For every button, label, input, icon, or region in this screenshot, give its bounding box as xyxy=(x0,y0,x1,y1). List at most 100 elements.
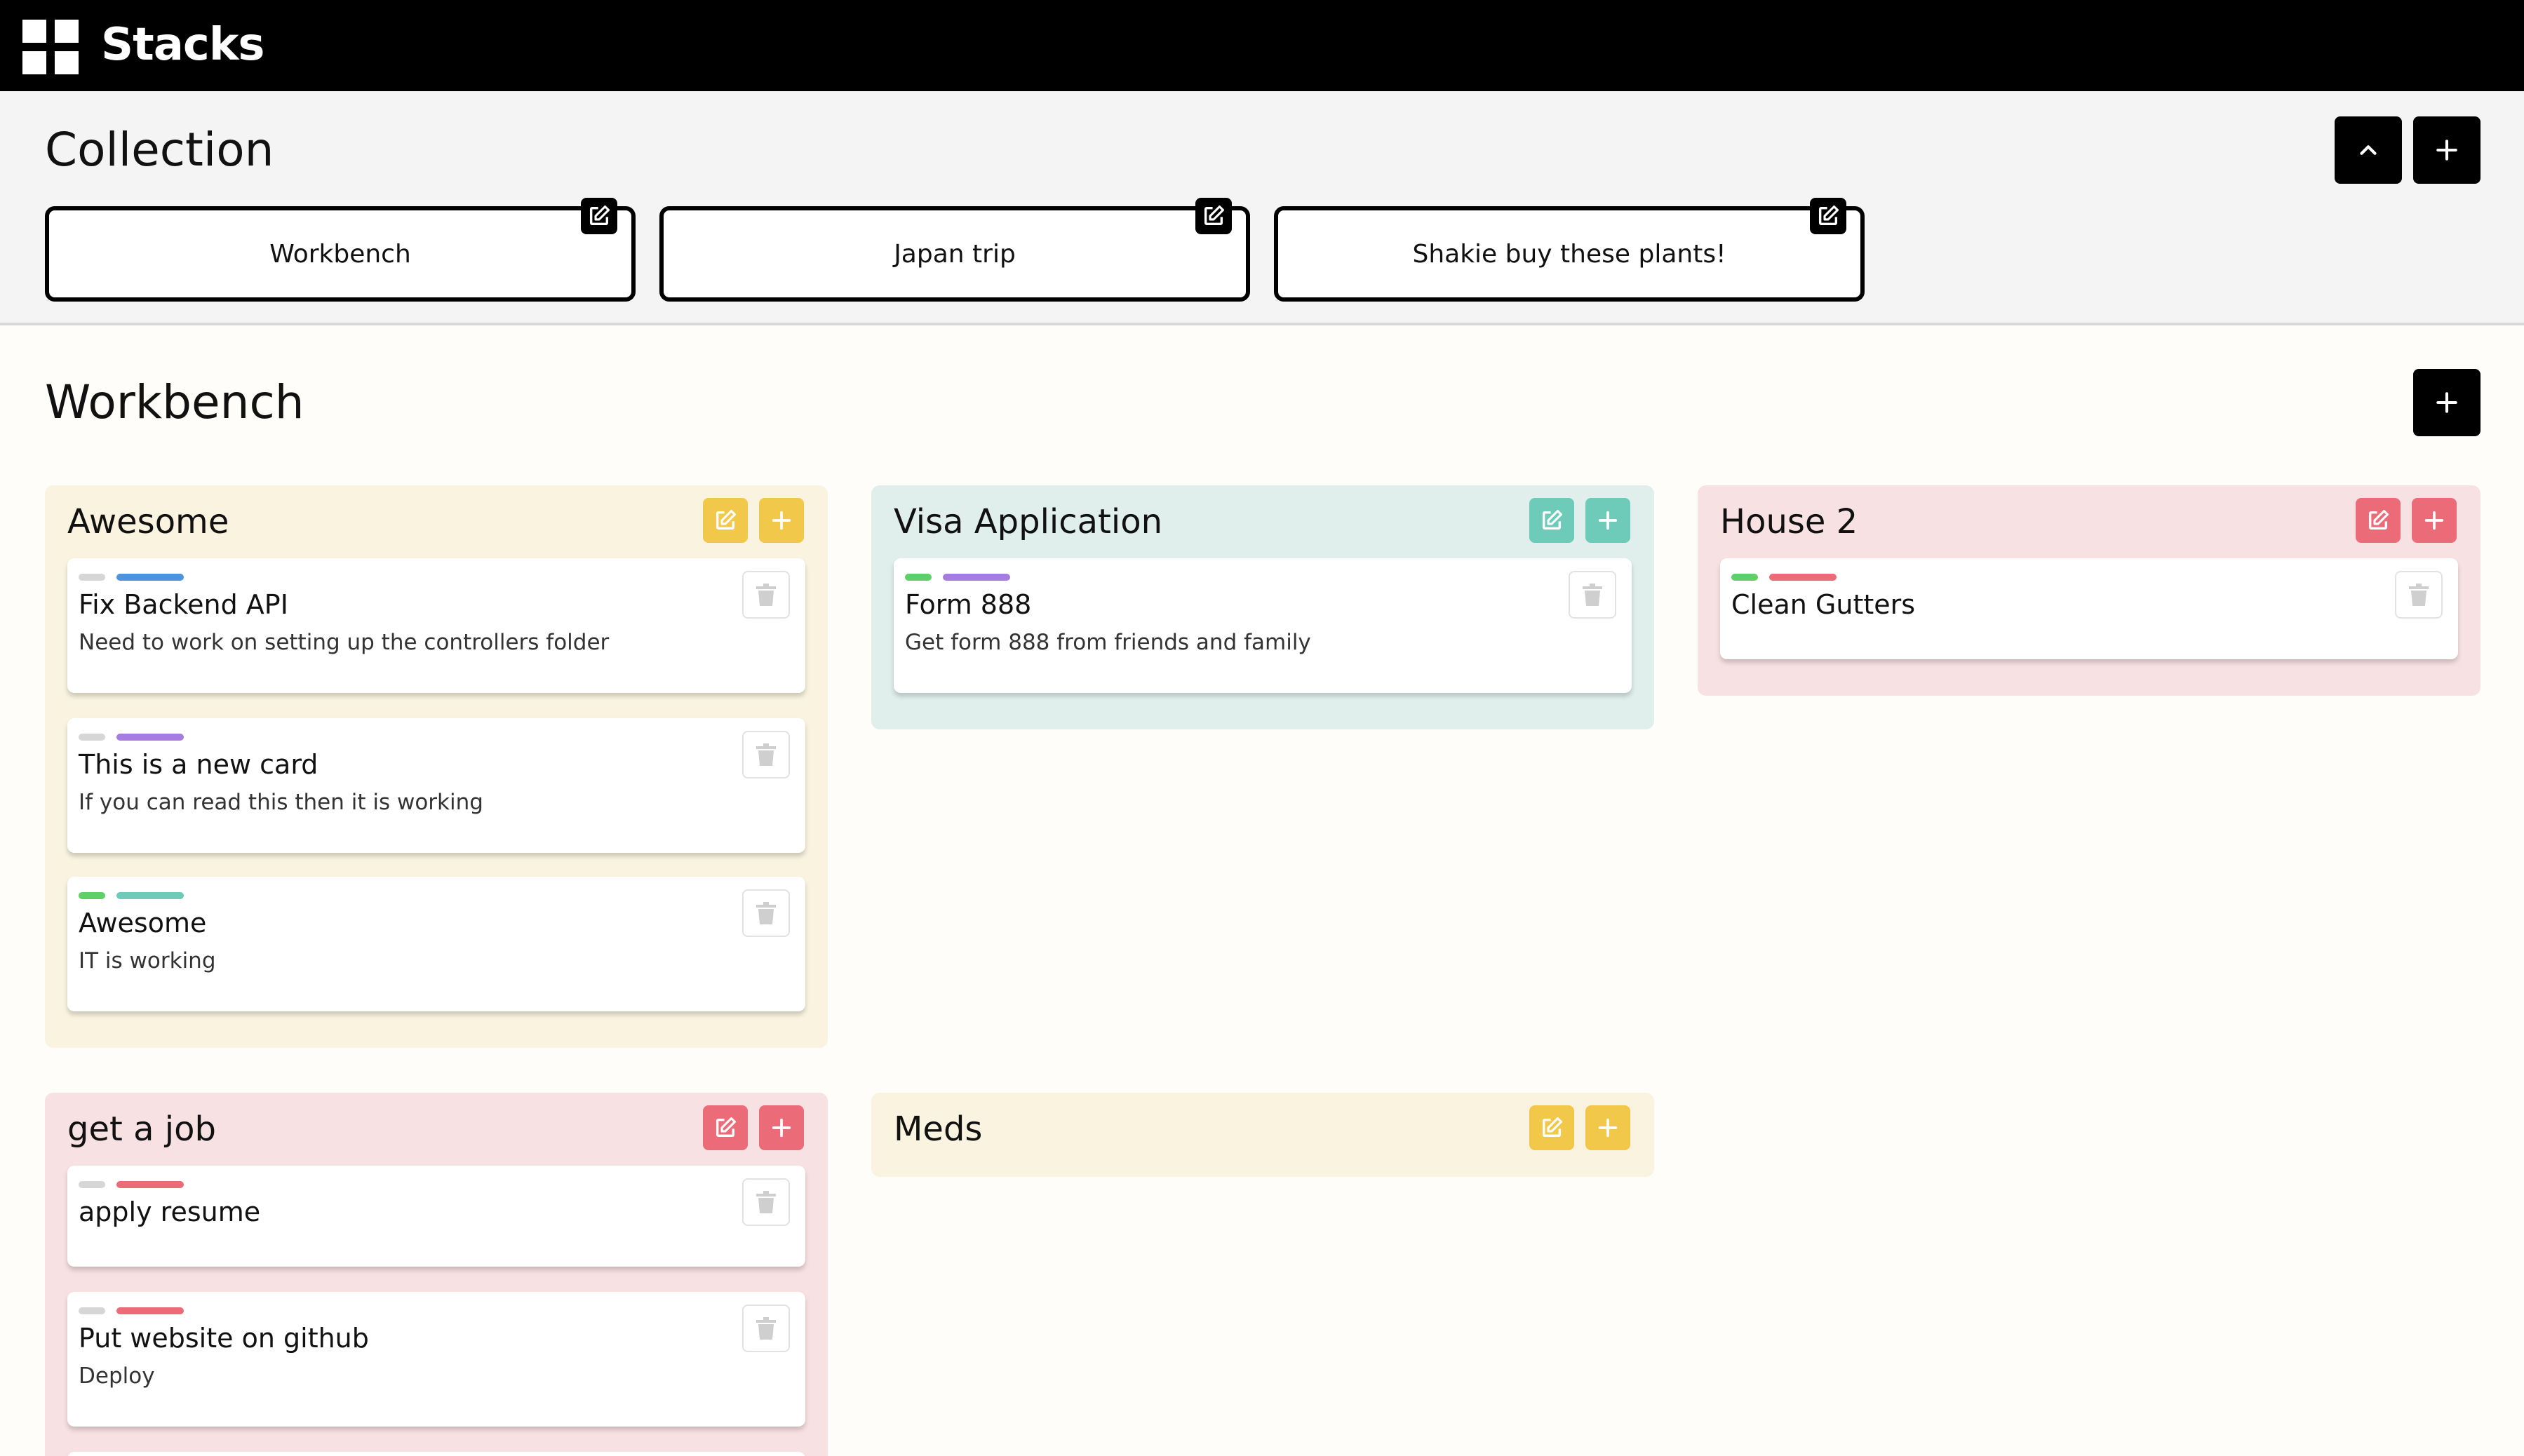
add-stack-button[interactable] xyxy=(2413,369,2481,436)
trash-icon xyxy=(756,584,776,606)
add-card-button[interactable] xyxy=(759,498,804,543)
board-title: Workbench xyxy=(45,375,304,429)
plus-icon xyxy=(1598,511,1618,530)
card[interactable]: This is a new card If you can read this … xyxy=(67,718,805,853)
app-title[interactable]: Stacks xyxy=(101,17,264,73)
stack-title: Meds xyxy=(894,1110,983,1149)
delete-card-button[interactable] xyxy=(742,571,790,619)
tag-teal xyxy=(116,892,184,899)
edit-icon xyxy=(716,1117,737,1138)
stack-title: get a job xyxy=(67,1110,216,1149)
tag-green xyxy=(79,892,105,899)
edit-stack-button[interactable] xyxy=(2356,498,2401,543)
card[interactable]: apply resume xyxy=(67,1166,805,1267)
plus-icon xyxy=(2436,392,2457,413)
tag-gray xyxy=(79,734,105,741)
board-card-japan-trip[interactable]: Japan trip xyxy=(659,198,1250,302)
card[interactable]: Put website on github Deploy xyxy=(67,1292,805,1427)
card-title: Form 888 xyxy=(905,589,1032,620)
add-board-button[interactable] xyxy=(2413,116,2481,184)
edit-stack-button[interactable] xyxy=(703,498,748,543)
board-card-label: Shakie buy these plants! xyxy=(1412,239,1726,269)
edit-icon xyxy=(1204,205,1225,226)
tag-gray xyxy=(79,1181,105,1188)
stack-title: Visa Application xyxy=(894,502,1162,541)
card-title: Put website on github xyxy=(79,1323,369,1354)
tag-purple xyxy=(943,574,1010,581)
card-title: Awesome xyxy=(79,908,207,938)
trash-icon xyxy=(1583,584,1602,606)
plus-icon xyxy=(2424,511,2444,530)
edit-icon xyxy=(1542,509,1563,530)
plus-icon xyxy=(772,511,791,530)
edit-icon xyxy=(1542,1117,1563,1138)
stack-get-a-job: get a job apply resume Put website on gi… xyxy=(45,1093,828,1456)
tag-gray xyxy=(79,1307,105,1314)
stack-title: Awesome xyxy=(67,502,229,541)
edit-icon xyxy=(1818,205,1839,226)
delete-card-button[interactable] xyxy=(1569,571,1616,619)
card-description: Deploy xyxy=(79,1363,155,1389)
edit-stack-button[interactable] xyxy=(1529,498,1574,543)
trash-icon xyxy=(756,1317,776,1340)
card-description: Need to work on setting up the controlle… xyxy=(79,630,610,655)
tag-blue xyxy=(116,574,184,581)
tag-red xyxy=(116,1181,184,1188)
card[interactable]: Fix Backend API Need to work on setting … xyxy=(67,558,805,693)
trash-icon xyxy=(2409,584,2429,606)
card-partial[interactable] xyxy=(67,1452,805,1456)
stack-meds: Meds xyxy=(871,1093,1654,1177)
add-card-button[interactable] xyxy=(759,1105,804,1150)
plus-icon xyxy=(1598,1118,1618,1138)
delete-card-button[interactable] xyxy=(2395,571,2443,619)
edit-stack-button[interactable] xyxy=(1529,1105,1574,1150)
tag-green xyxy=(905,574,932,581)
card[interactable]: Form 888 Get form 888 from friends and f… xyxy=(894,558,1632,693)
delete-card-button[interactable] xyxy=(742,1178,790,1226)
board-card-label: Workbench xyxy=(269,239,411,269)
board-card-workbench[interactable]: Workbench xyxy=(45,198,636,302)
plus-icon xyxy=(772,1118,791,1138)
tag-green xyxy=(1731,574,1758,581)
plus-icon xyxy=(2436,140,2457,161)
tag-red xyxy=(1769,574,1837,581)
stack-awesome: Awesome Fix Backend API Need to work on … xyxy=(45,485,828,1048)
card-title: Fix Backend API xyxy=(79,589,288,620)
tag-purple xyxy=(116,734,184,741)
card-title: apply resume xyxy=(79,1197,261,1227)
stack-title: House 2 xyxy=(1720,502,1858,541)
stack-house-2: House 2 Clean Gutters xyxy=(1698,485,2481,696)
edit-icon xyxy=(716,509,737,530)
chevron-up-icon xyxy=(2360,145,2377,155)
trash-icon xyxy=(756,1191,776,1213)
edit-icon xyxy=(589,205,610,226)
card-title: Clean Gutters xyxy=(1731,589,1916,620)
delete-card-button[interactable] xyxy=(742,889,790,937)
card-description: If you can read this then it is working xyxy=(79,790,483,815)
app-window: Stacks Collection Workbench Japan trip S… xyxy=(0,0,2524,1456)
card[interactable]: Clean Gutters xyxy=(1720,558,2458,659)
board-card-label: Japan trip xyxy=(894,239,1016,269)
board-card-plants[interactable]: Shakie buy these plants! xyxy=(1274,198,1865,302)
tag-red xyxy=(116,1307,184,1314)
add-card-button[interactable] xyxy=(1585,1105,1630,1150)
edit-stack-button[interactable] xyxy=(703,1105,748,1150)
collapse-collection-button[interactable] xyxy=(2335,116,2402,184)
edit-board-button[interactable] xyxy=(1195,198,1232,234)
card[interactable]: Awesome IT is working xyxy=(67,877,805,1011)
edit-board-button[interactable] xyxy=(1810,198,1846,234)
edit-icon xyxy=(2368,509,2389,530)
card-title: This is a new card xyxy=(79,749,318,780)
add-card-button[interactable] xyxy=(1585,498,1630,543)
trash-icon xyxy=(756,902,776,924)
collection-heading: Collection xyxy=(45,123,274,177)
delete-card-button[interactable] xyxy=(742,731,790,778)
card-description: Get form 888 from friends and family xyxy=(905,630,1311,655)
card-description: IT is working xyxy=(79,948,216,973)
grid-logo-icon[interactable] xyxy=(22,20,79,74)
stack-visa-application: Visa Application Form 888 Get form 888 f… xyxy=(871,485,1654,729)
edit-board-button[interactable] xyxy=(581,198,617,234)
tag-gray xyxy=(79,574,105,581)
add-card-button[interactable] xyxy=(2412,498,2457,543)
delete-card-button[interactable] xyxy=(742,1305,790,1352)
